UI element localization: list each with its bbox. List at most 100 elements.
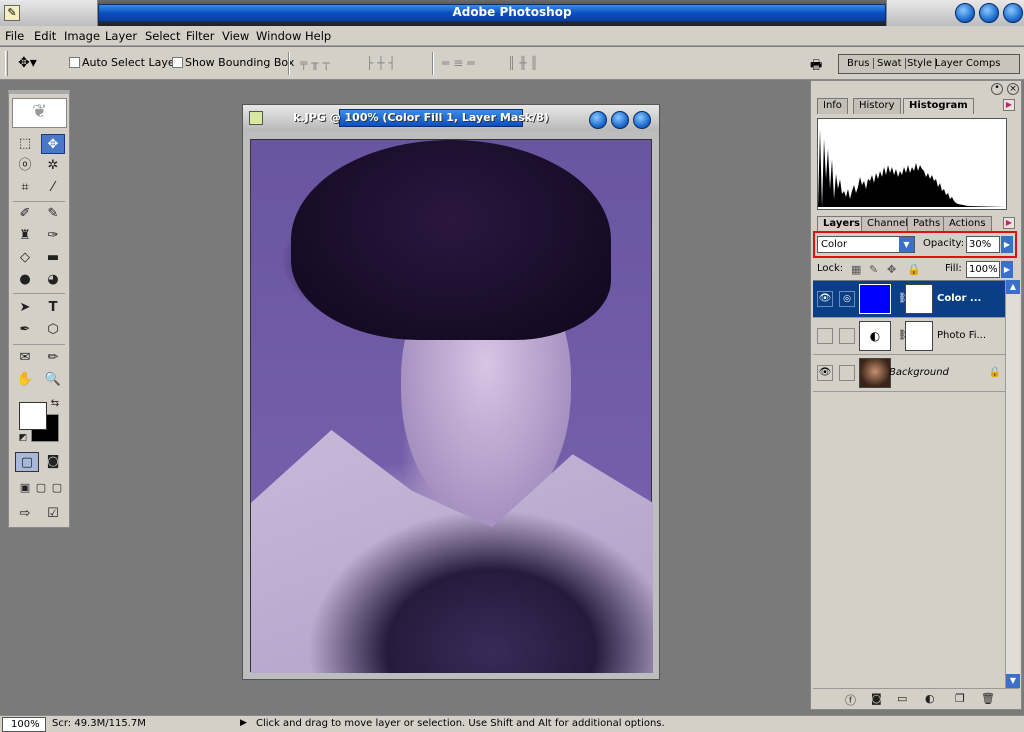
status-menu-arrow-icon[interactable]: ▶ xyxy=(240,718,247,728)
align-left-icons[interactable]: ├┼┤ xyxy=(366,56,400,70)
jump-to-imageready-icon[interactable]: ⇨ xyxy=(13,504,37,524)
menu-view[interactable]: View xyxy=(222,29,249,43)
zoom-level-input[interactable]: 100% xyxy=(2,717,46,732)
distribute-left-icons[interactable]: ║╫║ xyxy=(508,56,542,70)
gradient-tool-icon[interactable]: ▬ xyxy=(41,248,65,268)
delete-layer-icon[interactable]: 🗑 xyxy=(981,692,995,705)
blur-tool-icon[interactable]: ● xyxy=(13,270,37,290)
add-mask-icon[interactable]: ◙ xyxy=(871,692,882,705)
print-icon[interactable]: 🖶 xyxy=(810,56,822,78)
move-tool-icon[interactable]: ✥▾ xyxy=(18,55,37,71)
chevron-down-icon[interactable]: ▼ xyxy=(899,237,914,252)
lock-all-icon[interactable]: 🔒 xyxy=(907,263,921,276)
document-title-bar[interactable]: k.JPG @ 100% (Color Fill 1, Layer Mask/8… xyxy=(243,105,659,131)
layer-mask-thumbnail[interactable] xyxy=(905,321,933,351)
menu-file[interactable]: File xyxy=(5,29,24,43)
layer-style-icon[interactable]: ⓕ xyxy=(845,692,856,708)
panel-minimize-icon[interactable]: • xyxy=(991,83,1003,95)
eye-off-icon[interactable] xyxy=(817,328,833,344)
well-styles-tab[interactable]: Style xyxy=(907,58,937,69)
layer-link-box[interactable] xyxy=(839,328,855,344)
image-canvas[interactable] xyxy=(250,139,653,673)
minimize-button[interactable] xyxy=(955,3,975,23)
blend-mode-select[interactable]: Color ▼ xyxy=(817,236,915,253)
scroll-up-icon[interactable]: ▲ xyxy=(1006,280,1020,294)
opacity-input[interactable]: 30% xyxy=(966,236,1000,253)
layers-panel-menu-icon[interactable]: ▶ xyxy=(1003,217,1015,229)
marquee-tool-icon[interactable]: ⬚ xyxy=(13,134,37,154)
auto-select-layer-checkbox[interactable] xyxy=(69,57,80,68)
layer-row-photo-filter[interactable]: ◐ ⛓ Photo Fi... xyxy=(813,318,1005,355)
menu-filter[interactable]: Filter xyxy=(186,29,214,43)
layer-row-color-fill[interactable]: 👁 ◎ ⛓ Color ... xyxy=(813,281,1005,318)
dodge-tool-icon[interactable]: ◕ xyxy=(41,270,65,290)
eye-icon[interactable]: 👁 xyxy=(817,291,833,307)
lock-pixels-icon[interactable]: ✎ xyxy=(869,263,878,276)
well-layer-comps-tab[interactable]: Layer Comps xyxy=(935,58,1003,69)
brush-tool-icon[interactable]: ✎ xyxy=(41,204,65,224)
show-bounding-box-checkbox[interactable] xyxy=(172,57,183,68)
menu-help[interactable]: Help xyxy=(305,29,331,43)
notes-tool-icon[interactable]: ✉ xyxy=(13,348,37,368)
lock-transparency-icon[interactable]: ▦ xyxy=(851,263,861,276)
hand-tool-icon[interactable]: ✋ xyxy=(13,370,37,390)
menu-select[interactable]: Select xyxy=(145,29,180,43)
tab-layers[interactable]: Layers xyxy=(817,216,866,232)
menu-image[interactable]: Image xyxy=(64,29,100,43)
tab-info[interactable]: Info xyxy=(817,98,848,114)
document-maximize-button[interactable] xyxy=(611,111,629,129)
crop-tool-icon[interactable]: ⌗ xyxy=(13,178,37,198)
tab-actions[interactable]: Actions xyxy=(943,216,992,232)
pen-tool-icon[interactable]: ✒ xyxy=(13,320,37,340)
eraser-tool-icon[interactable]: ◇ xyxy=(13,248,37,268)
tab-paths[interactable]: Paths xyxy=(907,216,947,232)
path-selection-tool-icon[interactable]: ➤ xyxy=(13,298,37,318)
fill-input[interactable]: 100% xyxy=(966,261,1000,278)
panel-close-icon[interactable]: × xyxy=(1007,83,1019,95)
move-tool-button[interactable]: ✥ xyxy=(41,134,65,154)
default-colors-icon[interactable]: ◩ xyxy=(11,428,35,448)
type-tool-icon[interactable]: T xyxy=(41,298,65,318)
layers-scrollbar[interactable]: ▲ ▼ xyxy=(1005,280,1020,688)
history-brush-tool-icon[interactable]: ✑ xyxy=(41,226,65,246)
foreground-color-swatch[interactable] xyxy=(19,402,47,430)
adobe-feather-icon[interactable]: ❦ xyxy=(12,98,67,128)
align-top-icons[interactable]: ╤╥┬ xyxy=(300,56,334,70)
layer-mask-thumbnail[interactable] xyxy=(905,284,933,314)
zoom-tool-icon[interactable]: 🔍 xyxy=(41,370,65,390)
layer-row-background[interactable]: 👁 Background 🔒 xyxy=(813,355,1005,392)
menu-layer[interactable]: Layer xyxy=(105,29,137,43)
quick-mask-mode-icon[interactable]: ◙ xyxy=(41,452,65,472)
opacity-slider-arrow-icon[interactable]: ▶ xyxy=(1001,236,1013,253)
new-layer-icon[interactable]: ❐ xyxy=(955,692,965,705)
slice-tool-icon[interactable]: ⁄ xyxy=(41,178,65,198)
close-button[interactable] xyxy=(1003,3,1023,23)
scroll-down-icon[interactable]: ▼ xyxy=(1006,674,1020,688)
fill-slider-arrow-icon[interactable]: ▶ xyxy=(1001,261,1013,278)
well-swatches-tab[interactable]: Swat xyxy=(877,58,906,69)
lasso-tool-icon[interactable]: ⓞ xyxy=(13,156,37,176)
menu-edit[interactable]: Edit xyxy=(34,29,56,43)
layer-link-box[interactable] xyxy=(839,365,855,381)
adjustment-layer-icon[interactable]: ◐ xyxy=(925,692,935,705)
tab-history[interactable]: History xyxy=(853,98,901,114)
document-minimize-button[interactable] xyxy=(589,111,607,129)
standard-mode-icon[interactable]: ▢ xyxy=(15,452,39,472)
checkmark-icon[interactable]: ☑ xyxy=(41,504,65,524)
menu-window[interactable]: Window xyxy=(256,29,301,43)
tab-histogram[interactable]: Histogram xyxy=(903,98,974,114)
magic-wand-tool-icon[interactable]: ✲ xyxy=(41,156,65,176)
healing-brush-tool-icon[interactable]: ✐ xyxy=(13,204,37,224)
document-close-button[interactable] xyxy=(633,111,651,129)
info-panel-menu-icon[interactable]: ▶ xyxy=(1003,99,1015,111)
eyedropper-tool-icon[interactable]: ✏ xyxy=(41,348,65,368)
layer-link-icon[interactable]: ◎ xyxy=(839,291,855,307)
distribute-top-icons[interactable]: ═≡═ xyxy=(442,56,479,70)
options-grip[interactable] xyxy=(5,51,8,76)
eye-icon[interactable]: 👁 xyxy=(817,365,833,381)
well-brushes-tab[interactable]: Brus xyxy=(847,58,874,69)
shape-tool-icon[interactable]: ⬡ xyxy=(41,320,65,340)
clone-stamp-tool-icon[interactable]: ♜ xyxy=(13,226,37,246)
new-group-icon[interactable]: ▭ xyxy=(897,692,907,705)
maximize-button[interactable] xyxy=(979,3,999,23)
